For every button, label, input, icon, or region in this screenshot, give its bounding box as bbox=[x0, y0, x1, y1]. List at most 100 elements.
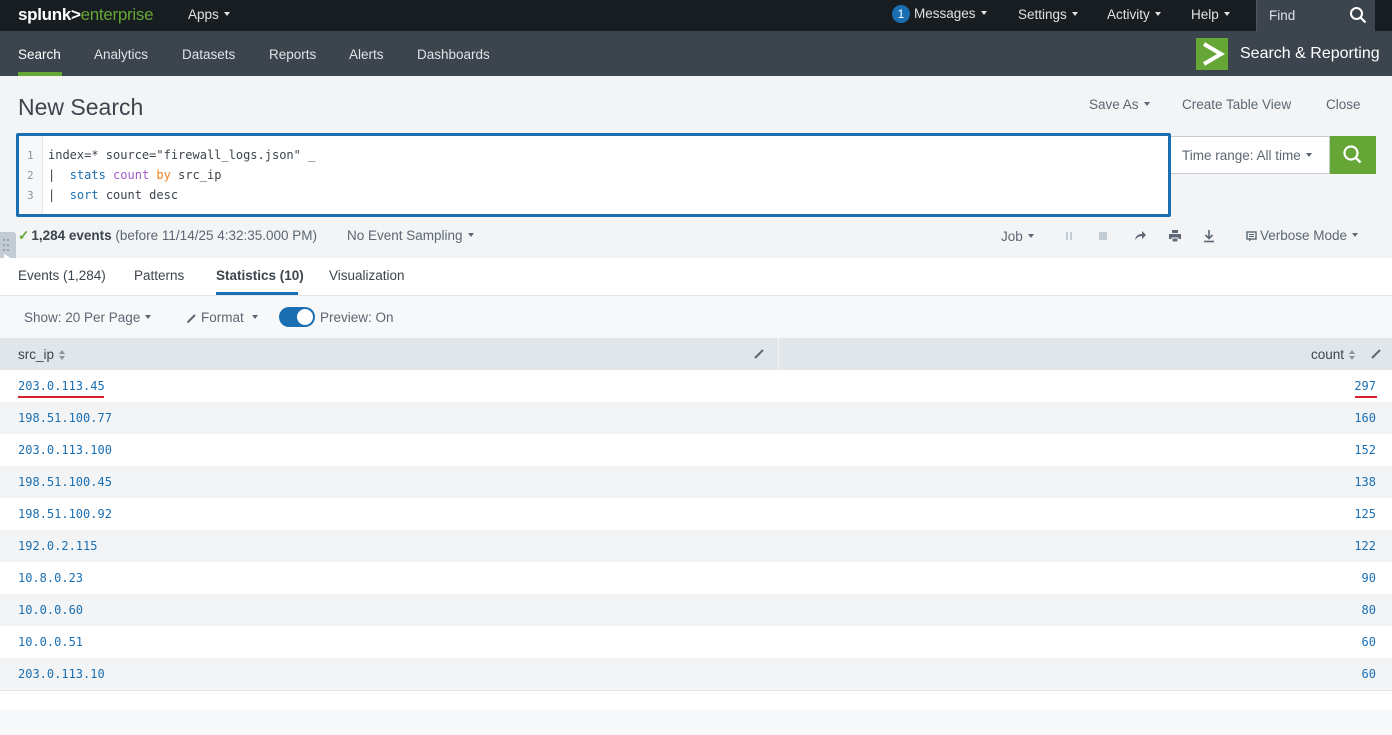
tab-datasets[interactable]: Datasets bbox=[182, 47, 235, 62]
chevron-down-icon bbox=[980, 11, 987, 16]
query-line-2[interactable]: | stats count by src_ip bbox=[48, 168, 221, 182]
count-cell[interactable]: 122 bbox=[1354, 539, 1376, 553]
table-row: 198.51.100.45 138 bbox=[0, 466, 1392, 498]
stop-icon[interactable] bbox=[1096, 229, 1110, 243]
query-line-3[interactable]: | sort count desc bbox=[48, 188, 178, 202]
run-search-button[interactable] bbox=[1330, 136, 1376, 174]
src-ip-cell[interactable]: 10.0.0.51 bbox=[18, 635, 83, 649]
toggle-knob bbox=[297, 309, 313, 325]
table-header bbox=[0, 338, 1392, 370]
messages-menu[interactable]: 1 Messages bbox=[892, 5, 987, 23]
query-function: count bbox=[113, 168, 150, 182]
settings-menu[interactable]: Settings bbox=[1018, 7, 1078, 22]
count-cell[interactable]: 125 bbox=[1354, 507, 1376, 521]
active-result-tab-indicator bbox=[216, 292, 298, 295]
tab-search[interactable]: Search bbox=[18, 47, 61, 62]
src-ip-cell[interactable]: 10.8.0.23 bbox=[18, 571, 83, 585]
table-row: 10.0.0.60 80 bbox=[0, 594, 1392, 626]
src-ip-cell[interactable]: 203.0.113.45 bbox=[18, 379, 105, 393]
query-keyword: by bbox=[156, 168, 171, 182]
line-number: 1 bbox=[27, 149, 34, 162]
messages-label: Messages bbox=[914, 6, 976, 21]
tab-statistics[interactable]: Statistics (10) bbox=[216, 268, 304, 283]
tab-patterns[interactable]: Patterns bbox=[134, 268, 184, 283]
tab-analytics[interactable]: Analytics bbox=[94, 47, 148, 62]
sampling-label: No Event Sampling bbox=[347, 228, 463, 243]
logo-brand: splunk> bbox=[18, 5, 81, 24]
preview-toggle[interactable] bbox=[279, 307, 315, 327]
tab-events[interactable]: Events (1,284) bbox=[18, 268, 106, 283]
src-ip-cell[interactable]: 198.51.100.45 bbox=[18, 475, 112, 489]
count-cell[interactable]: 60 bbox=[1362, 667, 1376, 681]
print-icon[interactable] bbox=[1168, 229, 1182, 243]
edit-column-icon[interactable] bbox=[753, 348, 765, 360]
create-table-view-button[interactable]: Create Table View bbox=[1182, 97, 1291, 112]
save-as-label: Save As bbox=[1089, 97, 1139, 112]
apps-menu[interactable]: Apps bbox=[188, 7, 230, 22]
query-pipe: | bbox=[48, 168, 70, 182]
app-title[interactable]: Search & Reporting bbox=[1240, 45, 1380, 63]
chevron-down-icon bbox=[251, 315, 258, 320]
src-ip-cell[interactable]: 198.51.100.92 bbox=[18, 507, 112, 521]
src-ip-cell[interactable]: 198.51.100.77 bbox=[18, 411, 112, 425]
tab-dashboards[interactable]: Dashboards bbox=[417, 47, 490, 62]
query-line-1[interactable]: index=* source="firewall_logs.json" _ bbox=[48, 148, 315, 162]
footer-area bbox=[0, 710, 1392, 735]
query-args: count desc bbox=[98, 188, 179, 202]
count-cell[interactable]: 90 bbox=[1362, 571, 1376, 585]
app-bar: Search Analytics Datasets Reports Alerts… bbox=[0, 31, 1392, 76]
tab-reports[interactable]: Reports bbox=[269, 47, 316, 62]
job-menu[interactable]: Job bbox=[1001, 229, 1034, 244]
query-text: index=* source="firewall_logs.json" _ bbox=[48, 148, 316, 162]
time-range-picker[interactable]: Time range: All time bbox=[1171, 136, 1330, 174]
help-menu[interactable]: Help bbox=[1191, 7, 1230, 22]
query-command: sort bbox=[69, 188, 99, 202]
line-number: 2 bbox=[27, 169, 34, 182]
src-ip-cell[interactable]: 192.0.2.115 bbox=[18, 539, 97, 553]
column-header-count[interactable]: count bbox=[1311, 347, 1356, 362]
event-sampling-dropdown[interactable]: No Event Sampling bbox=[347, 228, 474, 243]
search-icon bbox=[1343, 145, 1362, 164]
count-cell[interactable]: 60 bbox=[1362, 635, 1376, 649]
src-ip-cell[interactable]: 203.0.113.10 bbox=[18, 667, 105, 681]
job-label: Job bbox=[1001, 229, 1023, 244]
table-row: 10.8.0.23 90 bbox=[0, 562, 1392, 594]
src-ip-cell[interactable]: 203.0.113.100 bbox=[18, 443, 112, 457]
highlight-underline bbox=[18, 396, 104, 398]
search-icon[interactable] bbox=[1349, 6, 1367, 24]
format-dropdown[interactable]: Format bbox=[186, 310, 258, 325]
activity-menu[interactable]: Activity bbox=[1107, 7, 1161, 22]
table-row: 203.0.113.100 152 bbox=[0, 434, 1392, 466]
export-icon[interactable] bbox=[1202, 229, 1216, 243]
query-command: stats bbox=[69, 168, 106, 182]
events-timestamp: (before 11/14/25 4:32:35.000 PM) bbox=[115, 228, 318, 243]
result-tabs bbox=[0, 258, 1392, 296]
count-cell[interactable]: 297 bbox=[1354, 379, 1376, 393]
search-status: ✓ 1,284 events (before 11/14/25 4:32:35.0… bbox=[18, 228, 317, 244]
highlight-underline bbox=[1355, 396, 1377, 398]
page-size-dropdown[interactable]: Show: 20 Per Page bbox=[24, 310, 152, 325]
count-cell[interactable]: 152 bbox=[1354, 443, 1376, 457]
line-number: 3 bbox=[27, 189, 34, 202]
search-editor[interactable]: 1 2 3 index=* source="firewall_logs.json… bbox=[16, 133, 1171, 217]
activity-label: Activity bbox=[1107, 7, 1150, 22]
edit-column-icon[interactable] bbox=[1370, 348, 1382, 360]
tab-visualization[interactable]: Visualization bbox=[329, 268, 405, 283]
count-cell[interactable]: 80 bbox=[1362, 603, 1376, 617]
src-ip-cell[interactable]: 10.0.0.60 bbox=[18, 603, 83, 617]
count-cell[interactable]: 138 bbox=[1354, 475, 1376, 489]
splunk-logo[interactable]: splunk>enterprise bbox=[18, 5, 154, 25]
column-header-src-ip[interactable]: src_ip bbox=[18, 347, 66, 362]
close-button[interactable]: Close bbox=[1326, 97, 1361, 112]
sort-icon bbox=[1349, 350, 1356, 361]
apps-label: Apps bbox=[188, 7, 219, 22]
count-cell[interactable]: 160 bbox=[1354, 411, 1376, 425]
share-icon[interactable] bbox=[1133, 229, 1147, 243]
search-mode-dropdown[interactable]: Verbose Mode bbox=[1246, 228, 1359, 243]
find-placeholder: Find bbox=[1269, 8, 1296, 23]
tab-alerts[interactable]: Alerts bbox=[349, 47, 384, 62]
find-input[interactable]: Find bbox=[1256, 0, 1375, 31]
pause-icon[interactable] bbox=[1062, 229, 1076, 243]
table-row: 192.0.2.115 122 bbox=[0, 530, 1392, 562]
save-as-button[interactable]: Save As bbox=[1089, 97, 1150, 112]
